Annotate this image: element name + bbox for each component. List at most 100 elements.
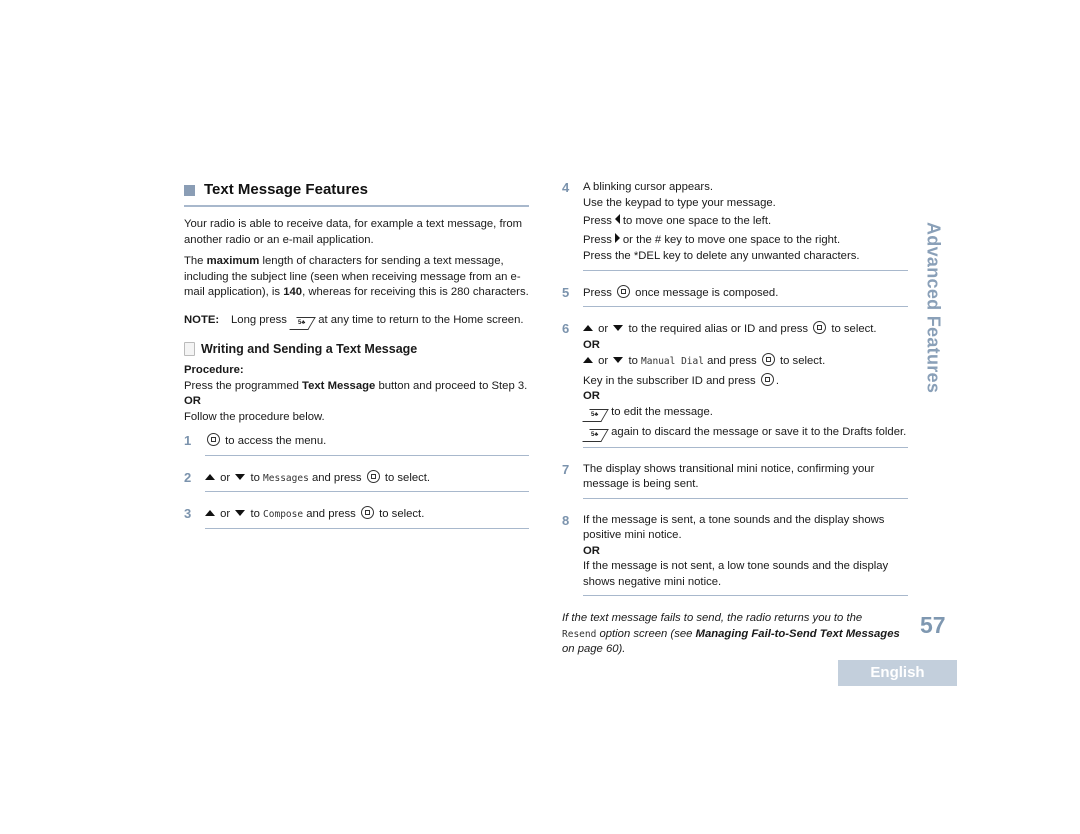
menu-ok-key-icon [360,506,374,519]
text: . [775,374,779,387]
note-text: Long press 5♣ at any time to return to t… [231,313,524,330]
text: or [598,323,609,335]
or-label: OR [583,338,600,351]
text: Press [583,233,612,246]
bold-text: maximum [206,255,260,267]
bold-text: 140 [283,286,303,298]
subheading: Writing and Sending a Text Message [184,342,529,358]
step-body: to access the menu. [205,433,529,456]
text: or [598,355,609,367]
intro-paragraph: Your radio is able to receive data, for … [184,218,523,246]
text: and press [311,471,362,484]
follow-text: Follow the procedure below. [184,410,325,423]
text: Press [583,215,612,227]
menu-ok-key-icon [760,372,774,386]
step-3: 3 or to Compose and press to select. [184,503,529,534]
text: to move one space to the left. [622,215,772,227]
or-label: OR [583,544,600,557]
text: button and proceed to Step 3. [375,379,528,392]
note-label: NOTE: [184,313,220,326]
section-heading-text: Text Message Features [204,181,368,198]
text: to [250,471,260,484]
step-body: The display shows transitional mini noti… [583,462,908,499]
left-column: Text Message Features Your radio is able… [184,180,529,540]
text: at any time to return to the Home screen… [318,313,524,326]
up-arrow-key-icon [583,325,593,331]
subheading-text: Writing and Sending a Text Message [201,341,418,356]
menu-item-name: Resend [562,628,597,640]
step-line: A blinking cursor appears. [583,181,713,193]
step-line: Press to move one space to the left. [583,214,908,230]
step-line: Press the *DEL key to delete any unwante… [583,250,860,262]
down-arrow-key-icon [613,357,624,363]
text: or [220,508,231,520]
note: NOTE: Long press 5♣ at any time to retur… [184,313,529,330]
text: to select. [831,323,877,335]
menu-item-name: Manual Dial [641,356,704,367]
step-body: or to Compose and press to select. [205,506,529,529]
chapter-side-tab: Advanced Features [923,222,944,394]
step-2: 2 or to Messages and press to select. [184,467,529,498]
step-body: or to the required alias or ID and press… [582,321,908,448]
text: once message is composed. [635,286,779,299]
up-arrow-key-icon [205,473,215,480]
down-arrow-key-icon [235,510,246,516]
right-column: 4 A blinking cursor appears. Use the key… [562,180,908,664]
document-icon [184,342,195,357]
bold-text: Text Message [302,379,376,392]
menu-item-name: Messages [263,472,309,484]
text: and press [306,508,356,520]
or-label: OR [583,390,600,402]
step-line: or to the required alias or ID and press… [583,321,908,338]
text: to edit the message. [611,405,713,418]
max-length-paragraph: The maximum length of characters for sen… [184,254,529,301]
text: Long press [231,313,287,326]
text: to the required alias or ID and press [628,323,809,335]
text: Press [583,286,612,299]
text: or the # key to move one space to the ri… [622,233,841,246]
step-number: 4 [562,180,570,195]
step-number: 5 [562,284,570,300]
step-line: If the message is sent, a tone sounds an… [583,513,885,542]
step-body: or to Messages and press to select. [205,469,529,492]
step-line: Press or the # key to move one space to t… [583,232,908,249]
down-arrow-key-icon [613,325,624,331]
procedure-label: Procedure: [184,364,244,376]
text: to select. [780,355,826,367]
menu-ok-key-icon [761,353,775,366]
menu-ok-key-icon [207,433,220,446]
heading-square-icon [184,184,195,196]
step-line: Key in the subscriber ID and press . [583,372,908,390]
fail-to-send-note: If the text message fails to send, the r… [562,611,908,658]
step-6: 6 or to the required alias or ID and pre… [562,318,908,453]
step-number: 6 [562,321,570,336]
procedure-text: Press the programmed Text Message button… [184,379,529,395]
cross-reference-link[interactable]: Managing Fail-to-Send Text Messages [696,628,900,640]
text: to [628,355,638,367]
section-heading: Text Message Features [184,180,529,207]
up-arrow-key-icon [583,357,593,363]
left-arrow-key-icon [614,214,620,224]
step-number: 1 [184,433,192,448]
step-body: A blinking cursor appears. Use the keypa… [583,180,908,271]
text: to select. [379,508,425,520]
right-arrow-key-icon [614,232,620,243]
or-label: OR [184,395,201,407]
down-arrow-key-icon [235,473,246,480]
text: , whereas for receiving this is 280 char… [302,286,529,298]
page-number: 57 [920,612,946,638]
step-number: 8 [562,512,570,528]
step-number: 7 [562,461,570,477]
step-body: If the message is sent, a tone sounds an… [583,513,908,596]
menu-ok-key-icon [813,321,827,334]
menu-item-name: Compose [263,509,304,520]
back-home-key-icon: 5♣ [582,428,609,442]
step-1: 1 to access the menu. [184,433,529,461]
text: and press [707,355,757,367]
step-7: 7 The display shows transitional mini no… [562,459,908,504]
text: to select. [384,471,431,484]
step-8: 8 If the message is sent, a tone sounds … [562,510,908,602]
step-line: If the message is not sent, a low tone s… [583,560,889,588]
step-number: 2 [184,469,192,485]
step-line: Use the keypad to type your message. [583,196,776,209]
